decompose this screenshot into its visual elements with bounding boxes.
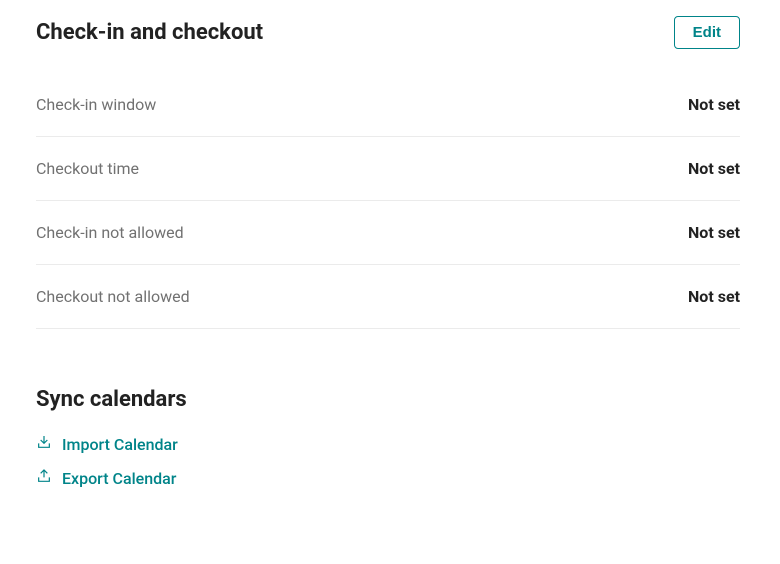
checkin-checkout-title: Check-in and checkout: [36, 20, 263, 45]
import-icon: [36, 434, 52, 454]
sync-calendars-title: Sync calendars: [36, 387, 740, 412]
checkin-window-label: Check-in window: [36, 95, 156, 114]
checkin-window-row: Check-in window Not set: [36, 89, 740, 137]
checkin-not-allowed-row: Check-in not allowed Not set: [36, 201, 740, 265]
checkout-time-value: Not set: [688, 159, 740, 178]
checkin-not-allowed-value: Not set: [688, 223, 740, 242]
import-calendar-link[interactable]: Import Calendar: [36, 434, 740, 454]
edit-button[interactable]: Edit: [674, 16, 740, 49]
export-icon: [36, 468, 52, 488]
checkout-not-allowed-label: Checkout not allowed: [36, 287, 190, 306]
checkout-not-allowed-row: Checkout not allowed Not set: [36, 265, 740, 329]
checkin-checkout-header: Check-in and checkout Edit: [36, 16, 740, 49]
checkout-not-allowed-value: Not set: [688, 287, 740, 306]
checkin-checkout-rows: Check-in window Not set Checkout time No…: [36, 89, 740, 329]
checkin-not-allowed-label: Check-in not allowed: [36, 223, 184, 242]
checkin-window-value: Not set: [688, 95, 740, 114]
export-calendar-label: Export Calendar: [62, 469, 176, 488]
checkout-time-row: Checkout time Not set: [36, 137, 740, 201]
export-calendar-link[interactable]: Export Calendar: [36, 468, 740, 488]
import-calendar-label: Import Calendar: [62, 435, 178, 454]
checkout-time-label: Checkout time: [36, 159, 139, 178]
sync-calendars-section: Sync calendars Import Calendar Export Ca…: [36, 387, 740, 488]
